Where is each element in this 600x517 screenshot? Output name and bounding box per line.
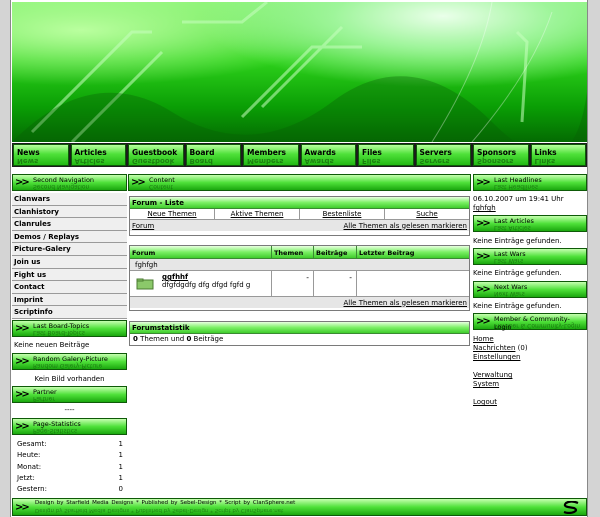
messages-link[interactable]: Nachrichten: [473, 344, 515, 352]
sidebar-item-contact[interactable]: Contact: [12, 281, 127, 294]
settings-link[interactable]: Einstellungen: [473, 353, 520, 361]
random-picture-header: >> Random Galery-Picture Random Galery-P…: [12, 353, 127, 370]
nav-members[interactable]: Members Members: [243, 144, 299, 166]
sidebar-item-clanwars[interactable]: Clanwars: [12, 193, 127, 206]
footer: >> Design by Starfield Media Designs * P…: [12, 498, 587, 516]
forum-description: dfgfdgdfg dfg dfgd fgfd g: [162, 281, 251, 289]
forum-posts-count: -: [314, 271, 357, 296]
sidebar-item-join-us[interactable]: Join us: [12, 255, 127, 269]
double-arrow-icon: >>: [15, 323, 30, 334]
nav-servers[interactable]: Servers Servers: [415, 144, 471, 166]
clansphere-logo-icon: [562, 500, 580, 517]
header-banner: [12, 2, 587, 142]
nav-files[interactable]: Files Files: [358, 144, 414, 166]
headline-link[interactable]: fghfgh: [473, 204, 587, 212]
page-statistics-header: >> Page-Statistics Page-Statistics: [12, 418, 127, 435]
partner-text: ----: [64, 406, 75, 414]
forum-breadcrumb-link[interactable]: Forum: [132, 222, 154, 230]
double-arrow-icon: >>: [476, 284, 491, 295]
double-arrow-icon: >>: [476, 251, 491, 262]
board-topics-header: >> Last Board-Topics Last Board-Topics: [12, 320, 127, 337]
stat-row: Gesamt: 1: [17, 440, 123, 448]
sidebar-item-scriptinfo[interactable]: Scriptinfo: [12, 306, 127, 319]
nav-guestbook[interactable]: Guestbook Guestbook: [128, 144, 184, 166]
forum-table-header: Forum Themen Beiträge Letzter Beitrag: [130, 246, 469, 259]
second-navigation-header: >> Second Navigation Second Navigation: [12, 174, 127, 191]
forum-statistics-title: Forumstatistik: [130, 322, 469, 334]
sidebar-item-demos[interactable]: Demos / Replays: [12, 230, 127, 244]
double-arrow-icon: >>: [15, 502, 30, 513]
next-wars-header: >> Next Wars Next Wars: [473, 281, 587, 298]
forum-table: Forum Themen Beiträge Letzter Beitrag fg…: [129, 245, 470, 311]
tab-aktive-themen[interactable]: Aktive Themen: [215, 209, 300, 219]
forum-statistics-text: 0 Themen und 0 Beiträge: [133, 335, 224, 343]
nav-links[interactable]: Links Links: [530, 144, 586, 166]
table-row[interactable]: ggfhhf dfgfdgdfg dfg dfgd fgfd g - -: [130, 271, 469, 297]
stat-row: Jetzt: 1: [17, 473, 123, 482]
forum-list-box: Forum - Liste Neue Themen Aktive Themen …: [129, 196, 470, 236]
member-links: Home Nachrichten (0) Einstellungen Verwa…: [473, 335, 587, 407]
footer-credits-reflection: Design by Starfield Media Designs * Publ…: [35, 507, 284, 513]
tab-suche[interactable]: Suche: [385, 209, 469, 219]
double-arrow-icon: >>: [476, 177, 491, 188]
tab-bestenliste[interactable]: Bestenliste: [300, 209, 385, 219]
partner-header: >> Partner Partner: [12, 386, 127, 403]
forum-category: fghfgh: [130, 259, 469, 271]
top-navigation: News News Articles Articles Guestbook Guest…: [12, 143, 587, 167]
home-link[interactable]: Home: [473, 335, 494, 343]
double-arrow-icon: >>: [15, 389, 30, 400]
last-wars-header: >> Last Wars Last Wars: [473, 248, 587, 265]
nav-news[interactable]: News News: [13, 144, 69, 166]
system-link[interactable]: System: [473, 380, 499, 388]
forum-name-link[interactable]: ggfhhf: [162, 273, 269, 281]
double-arrow-icon: >>: [15, 421, 30, 432]
no-image-text: Kein Bild vorhanden: [34, 375, 105, 383]
nav-board[interactable]: Board Board: [185, 144, 241, 166]
forum-footer-row: Alle Themen als gelesen markieren: [130, 297, 469, 308]
message-count: (0): [515, 344, 528, 352]
forum-folder-icon: [130, 271, 160, 296]
no-posts-text: Keine neuen Beiträge: [14, 341, 90, 349]
forum-breadcrumb-row: Forum Alle Themen als gelesen markieren: [130, 220, 469, 231]
administration-link[interactable]: Verwaltung: [473, 371, 512, 379]
sidebar-item-clanhistory[interactable]: Clanhistory: [12, 205, 127, 219]
forum-tabs: Neue Themen Aktive Themen Bestenliste Su…: [130, 209, 469, 220]
nav-articles[interactable]: Articles Articles: [70, 144, 126, 166]
double-arrow-icon: >>: [476, 218, 491, 229]
no-next-wars-text: Keine Einträge gefunden.: [473, 302, 562, 310]
mark-all-read-link[interactable]: Alle Themen als gelesen markieren: [344, 222, 468, 230]
content-header: >> Content Content: [128, 174, 471, 191]
no-wars-text: Keine Einträge gefunden.: [473, 269, 562, 277]
stat-row: Heute: 1: [17, 451, 123, 460]
last-headlines-header: >> Last Headlines Last Headlines: [473, 174, 587, 191]
double-arrow-icon: >>: [15, 177, 30, 188]
tab-neue-themen[interactable]: Neue Themen: [130, 209, 215, 219]
sidebar-item-fight-us[interactable]: Fight us: [12, 268, 127, 282]
nav-awards[interactable]: Awards Awards: [300, 144, 356, 166]
forum-themes-count: -: [272, 271, 314, 296]
double-arrow-icon: >>: [15, 356, 30, 367]
forum-last-post: [357, 271, 469, 296]
second-navigation: Clanwars Clanhistory Clanrules Demos / R…: [12, 193, 127, 319]
mark-all-read-link-2[interactable]: Alle Themen als gelesen markieren: [344, 299, 468, 307]
stat-row: Gestern: 0: [17, 485, 123, 494]
logout-link[interactable]: Logout: [473, 398, 497, 406]
page-statistics: Gesamt: 1 Heute: 1 Monat: 1 Jetzt: 1 Gestern…: [14, 440, 126, 496]
headline-date: 06.10.2007 um 19:41 Uhr: [473, 195, 564, 203]
sidebar-item-picture-galery[interactable]: Picture-Galery: [12, 243, 127, 256]
nav-sponsors[interactable]: Sponsors Sponsors: [473, 144, 529, 166]
sidebar-item-imprint[interactable]: Imprint: [12, 293, 127, 307]
no-articles-text: Keine Einträge gefunden.: [473, 237, 562, 245]
login-header: >> Member & Community-Login Member & Com…: [473, 313, 587, 331]
forum-list-title: Forum - Liste: [130, 197, 469, 209]
double-arrow-icon: >>: [476, 316, 491, 327]
sidebar-item-clanrules[interactable]: Clanrules: [12, 218, 127, 231]
last-articles-header: >> Last Articles Last Articles: [473, 215, 587, 232]
footer-credits: Design by Starfield Media Designs * Publ…: [35, 500, 296, 506]
forum-statistics-box: Forumstatistik 0 Themen und 0 Beiträge: [129, 321, 470, 346]
stat-row: Monat: 1: [17, 462, 123, 471]
double-arrow-icon: >>: [131, 177, 146, 188]
